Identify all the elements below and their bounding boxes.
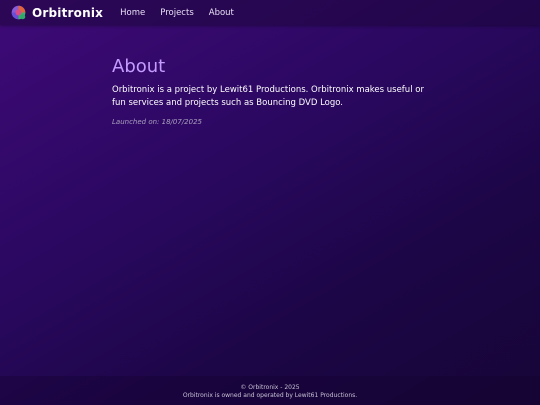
nav-link-projects[interactable]: Projects	[160, 8, 194, 18]
about-description: Orbitronix is a project by Lewit61 Produ…	[112, 85, 424, 108]
main-content: About Orbitronix is a project by Lewit61…	[112, 56, 432, 126]
page-title: About	[112, 56, 166, 77]
orbitronix-logo-icon	[11, 5, 26, 20]
top-navbar: Orbitronix Home Projects About	[0, 0, 540, 25]
launch-date: Launched on: 18/07/2025	[112, 118, 202, 126]
footer-owner-text: Orbitronix is owned and operated by Lewi…	[182, 392, 358, 399]
nav-link-about[interactable]: About	[209, 8, 234, 18]
brand-link[interactable]: Orbitronix	[10, 4, 103, 21]
nav-link-home[interactable]: Home	[120, 8, 145, 18]
page-footer: © Orbitronix - 2025 Orbitronix is owned …	[0, 376, 540, 405]
brand-name: Orbitronix	[32, 5, 104, 20]
nav-links: Home Projects About	[120, 8, 249, 18]
footer-copyright: © Orbitronix - 2025	[240, 384, 300, 391]
